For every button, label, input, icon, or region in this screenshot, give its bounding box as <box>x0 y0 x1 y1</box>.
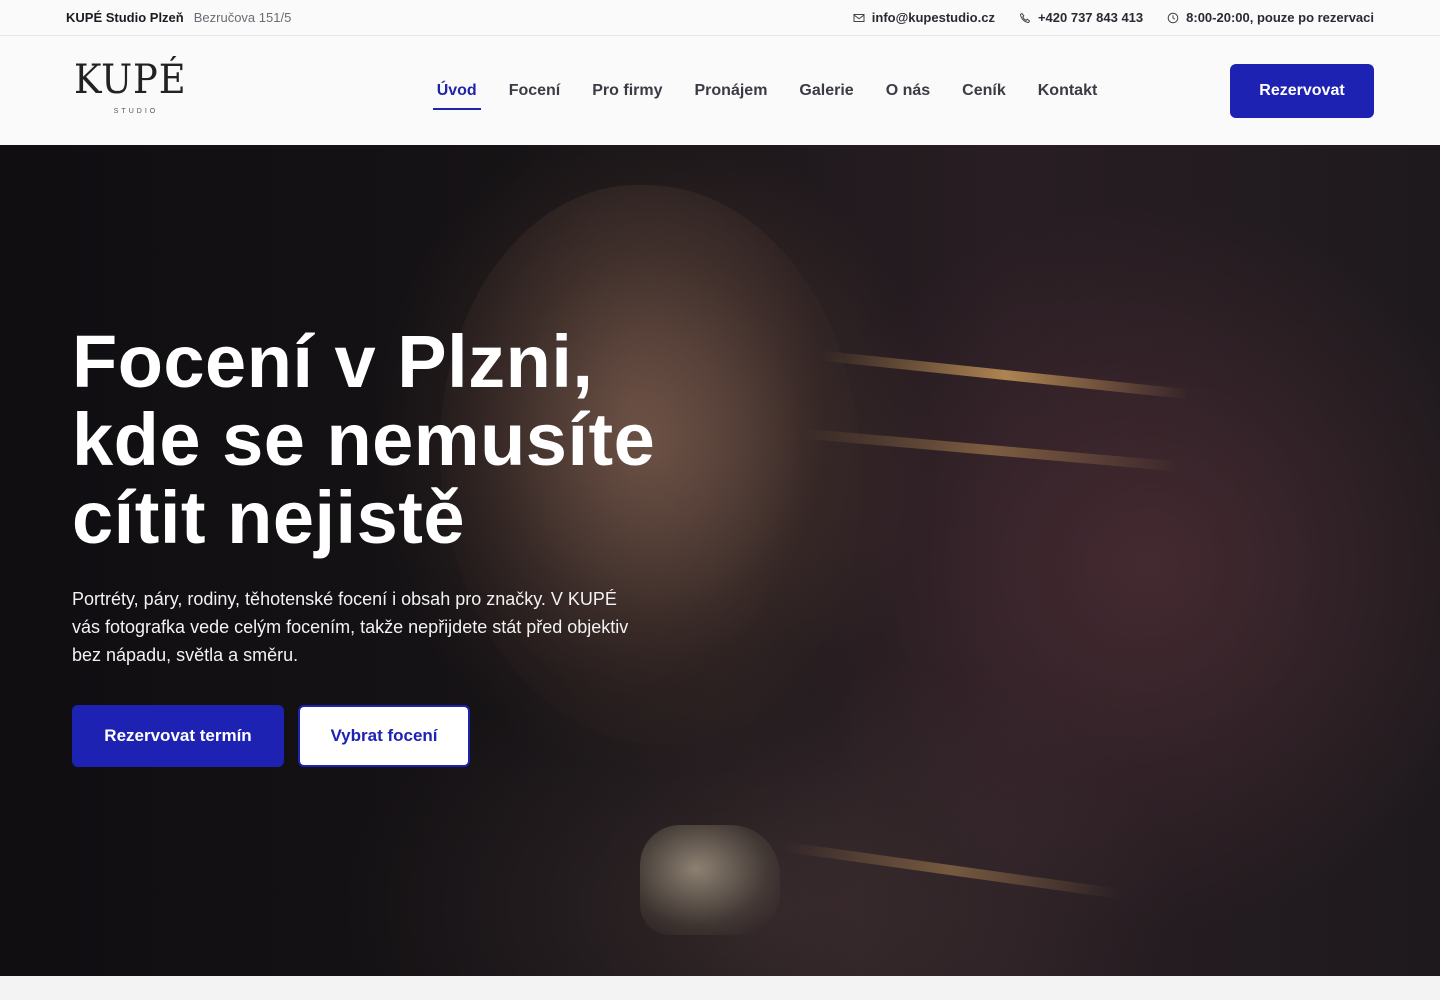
hero-section: Focení v Plzni, kde se nemusíte cítit ne… <box>0 145 1440 976</box>
header-reserve-button[interactable]: Rezervovat <box>1229 63 1374 118</box>
nav-item-galerie[interactable]: Galerie <box>795 74 857 108</box>
top-info-bar: KUPÉ Studio Plzeň Bezručova 151/5 info@k… <box>0 0 1440 36</box>
topbar-email-link[interactable]: info@kupestudio.cz <box>853 10 995 25</box>
main-nav: Úvod Focení Pro firmy Pronájem Galerie O… <box>432 74 1102 110</box>
hero-actions: Rezervovat termín Vybrat focení <box>72 705 470 767</box>
hero-overlay <box>0 145 1440 976</box>
topbar-phone: +420 737 843 413 <box>1037 10 1144 25</box>
nav-item-o-nas[interactable]: O nás <box>882 74 934 108</box>
nav-item-pro-firmy[interactable]: Pro firmy <box>588 74 666 108</box>
site-logo[interactable]: KUPÉ STUDIO <box>74 56 187 124</box>
phone-icon <box>1019 12 1031 23</box>
topbar-email: info@kupestudio.cz <box>871 10 995 25</box>
book-appointment-button[interactable]: Rezervovat termín <box>72 705 284 767</box>
topbar-address: Bezručova 151/5 <box>193 10 292 25</box>
nav-item-foceni[interactable]: Focení <box>505 74 565 108</box>
topbar-hours: 8:00-20:00, pouze po rezervaci <box>1186 10 1374 25</box>
hero-title-line: kde se nemusíte <box>72 398 656 481</box>
nav-item-pronajem[interactable]: Pronájem <box>691 74 772 108</box>
topbar-contacts: info@kupestudio.cz +420 737 843 413 8:00… <box>853 10 1374 25</box>
hero-title: Focení v Plzni, kde se nemusíte cítit ne… <box>72 323 752 557</box>
hero-description: Portréty, páry, rodiny, těhotenské focen… <box>72 589 629 665</box>
mail-icon <box>853 13 865 22</box>
topbar-phone-link[interactable]: +420 737 843 413 <box>1019 10 1143 25</box>
next-section-edge <box>0 976 1440 1000</box>
site-header: KUPÉ STUDIO Úvod Focení Pro firmy Pronáj… <box>0 36 1440 145</box>
hero-title-line: cítit nejistě <box>72 476 466 559</box>
nav-item-kontakt[interactable]: Kontakt <box>1034 74 1102 108</box>
hero-title-line: Focení v Plzni, <box>72 320 594 403</box>
logo-wordmark: KUPÉ <box>74 56 187 103</box>
topbar-brand: KUPÉ Studio Plzeň <box>66 10 184 25</box>
topbar-hours-item: 8:00-20:00, pouze po rezervaci <box>1167 10 1374 25</box>
nav-item-cenik[interactable]: Ceník <box>958 74 1010 108</box>
clock-icon <box>1167 12 1179 23</box>
choose-shoot-button[interactable]: Vybrat focení <box>298 705 470 767</box>
logo-subtitle: STUDIO <box>113 107 159 115</box>
nav-item-uvod[interactable]: Úvod <box>432 74 481 110</box>
topbar-left: KUPÉ Studio Plzeň Bezručova 151/5 <box>66 10 291 25</box>
